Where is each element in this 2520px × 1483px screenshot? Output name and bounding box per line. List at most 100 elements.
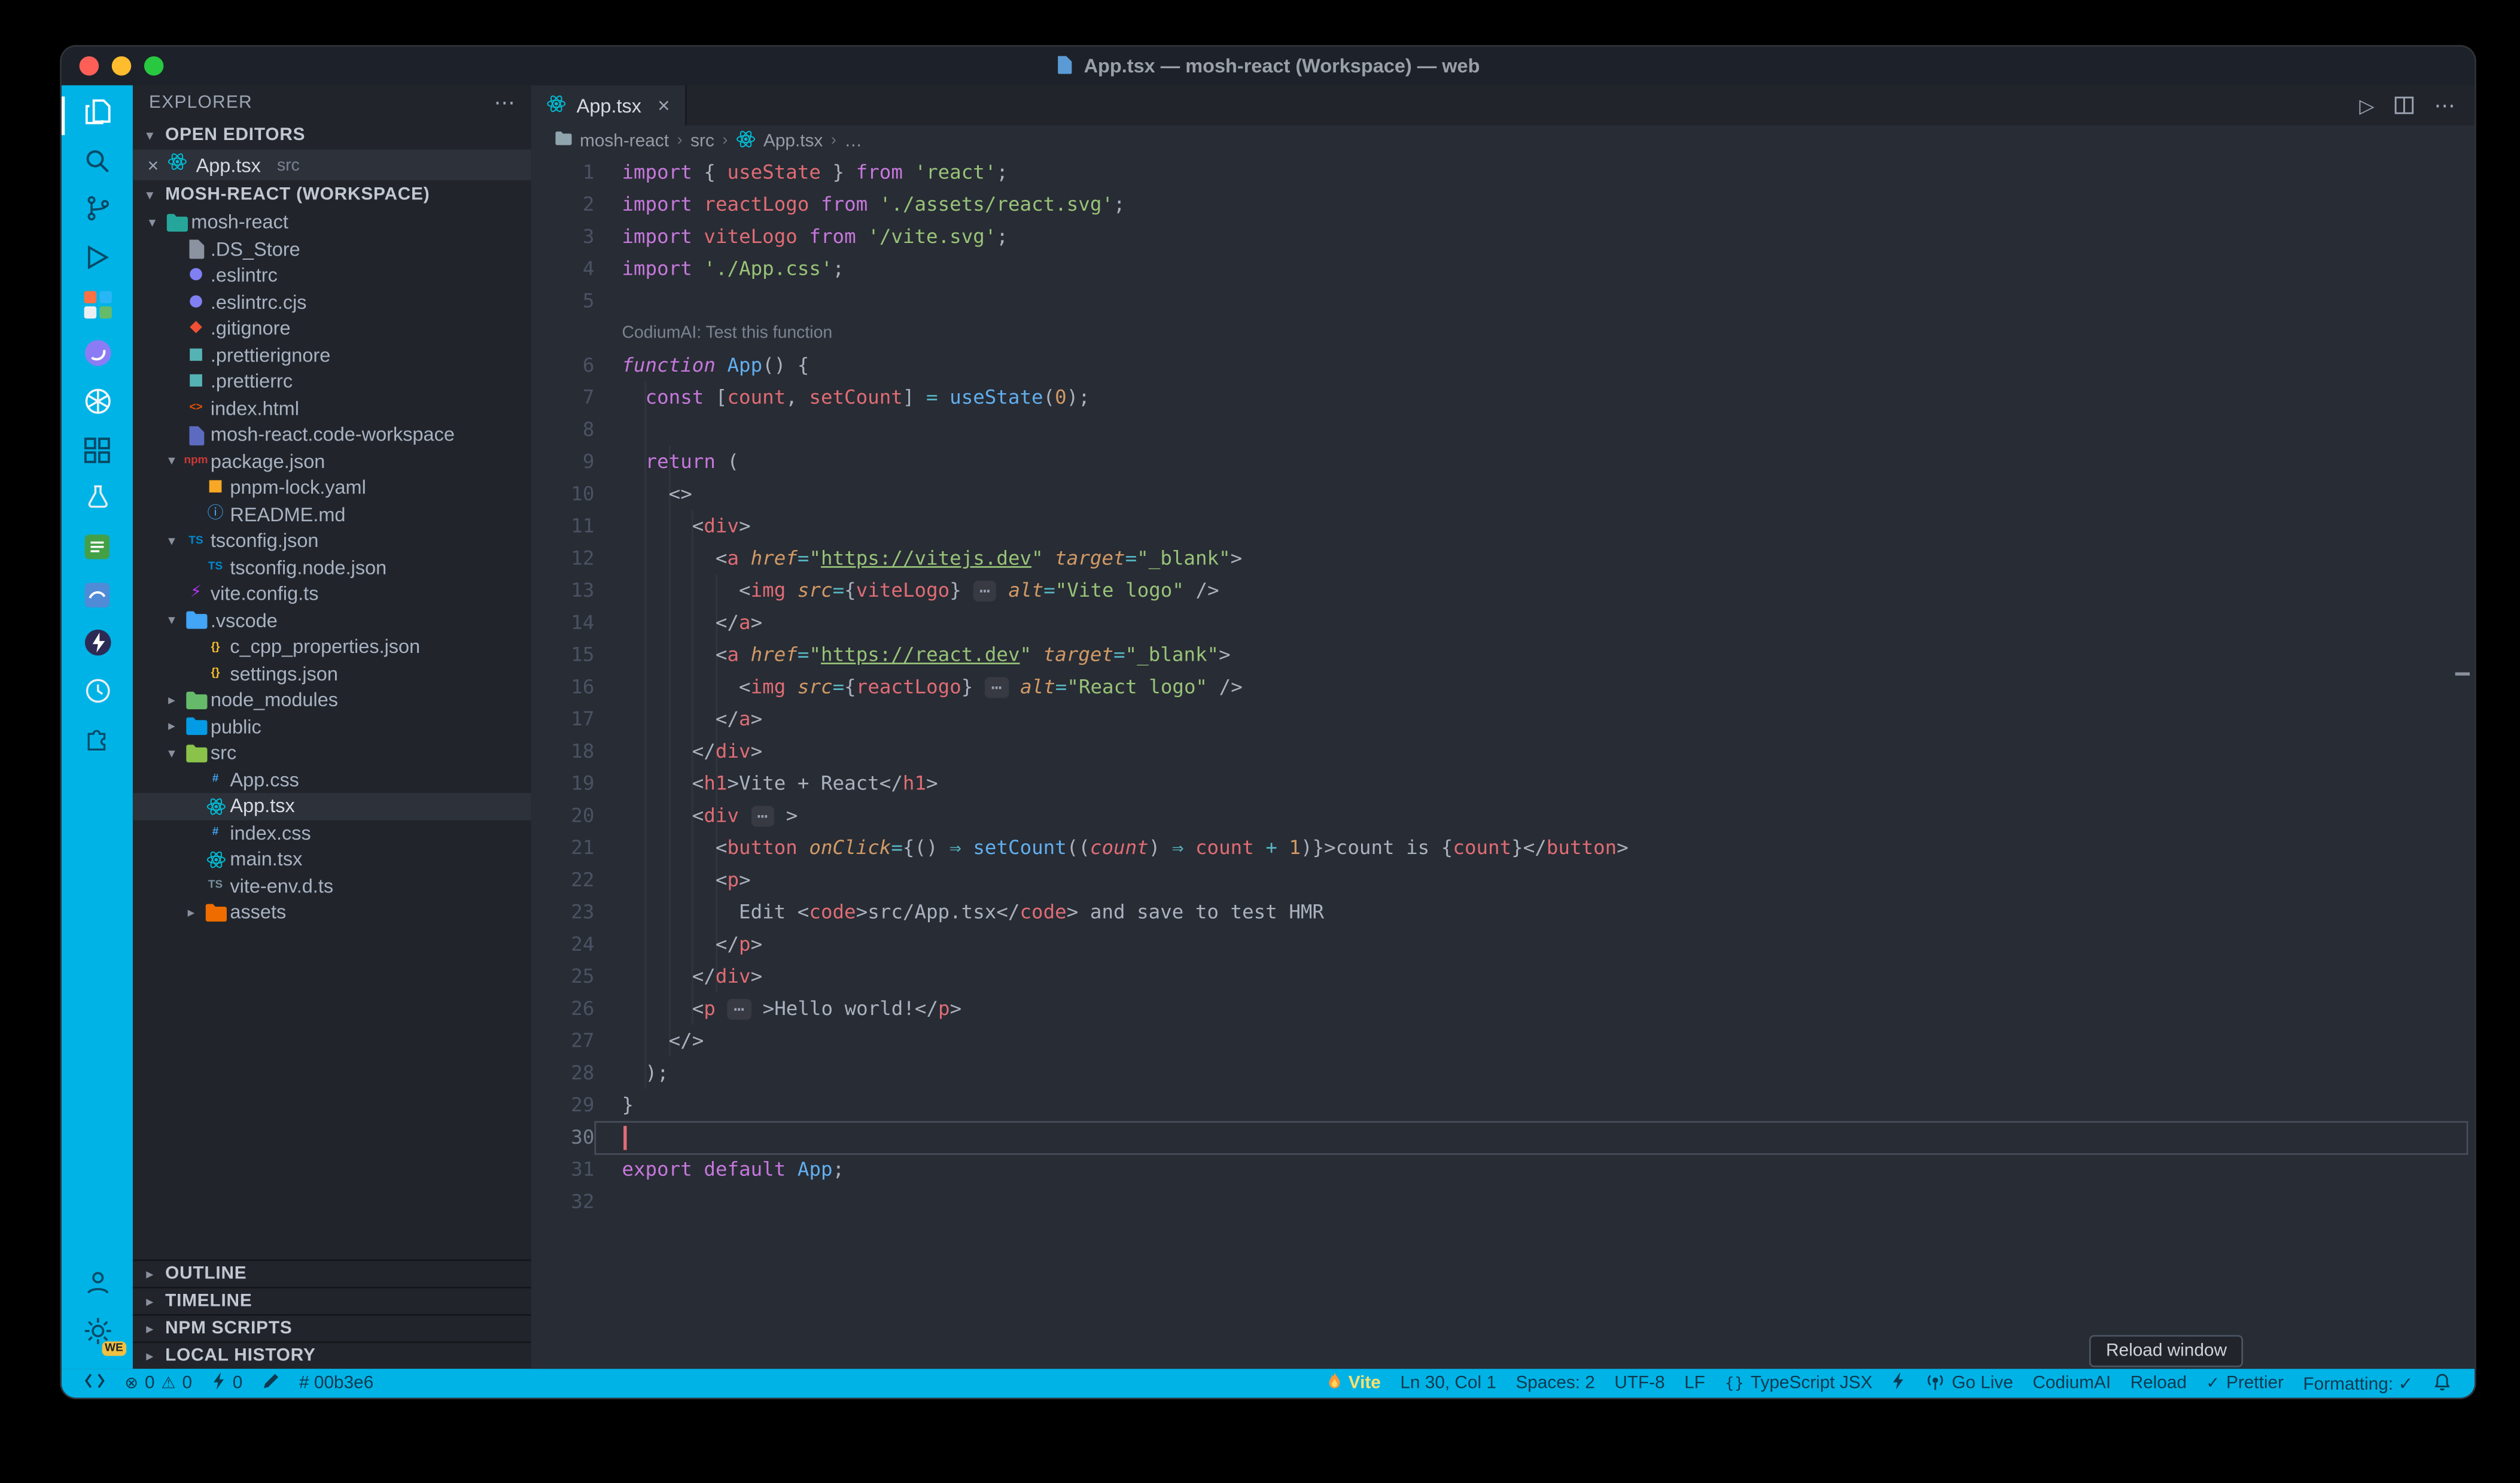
code-line-31: 31export default App; [531,1153,2475,1186]
breadcrumb-src[interactable]: src [690,131,714,150]
close-editor-icon[interactable]: × [147,155,159,174]
activity-run-and-debug[interactable] [62,236,133,285]
zoom-window-button[interactable] [144,56,163,75]
line-number: 3 [531,225,595,248]
code-line-content: </p> [594,933,2468,956]
tree-item-settings.json[interactable]: {}settings.json [133,660,531,686]
section-timeline[interactable]: ▸TIMELINE [133,1287,531,1314]
breadcrumb-Apptsx[interactable]: App.tsx [736,128,823,154]
activity-extension-browser-preview[interactable] [62,285,133,333]
folded-code-chip[interactable]: ⋯ [985,677,1009,698]
tree-item-.vscode[interactable]: ▾.vscode [133,607,531,634]
tree-item-index.html[interactable]: <>index.html [133,395,531,421]
tree-item-pnpm-lock.yaml[interactable]: ■pnpm-lock.yaml [133,475,531,501]
tree-item-.DS_Store[interactable]: .DS_Store [133,236,531,262]
activity-extension-remote-explorer[interactable] [62,430,133,478]
status-formatting[interactable]: Formatting: ✓ [2293,1369,2422,1397]
activity-source-control[interactable] [62,188,133,236]
activity-extension-green[interactable] [62,526,133,575]
activity-extension-blue[interactable] [62,574,133,622]
tree-item-package.json[interactable]: ▾npmpackage.json [133,448,531,474]
status-notifications[interactable] [2423,1369,2462,1397]
status-pencil[interactable] [252,1369,290,1397]
tree-item-App.css[interactable]: #App.css [133,767,531,793]
section-npm-scripts[interactable]: ▸NPM SCRIPTS [133,1314,531,1342]
more-actions-icon[interactable]: ⋯ [494,90,515,116]
tree-item-vite-env.d.ts[interactable]: TSvite-env.d.ts [133,873,531,899]
status-remote-indicator[interactable] [75,1369,115,1397]
code-line-26: 26 <p ⋯ >Hello world!</p> [531,992,2475,1025]
tree-item-mosh-react.code-workspace[interactable]: mosh-react.code-workspace [133,421,531,448]
activity-extension-chatgpt[interactable] [62,381,133,430]
status-encoding[interactable]: UTF-8 [1605,1369,1675,1397]
run-button[interactable]: ▷ [2359,94,2374,117]
open-editors-section[interactable]: ▾ OPEN EDITORS [133,121,531,150]
tree-item-vite.config.ts[interactable]: ⚡vite.config.ts [133,581,531,607]
file-label: src [211,742,236,765]
activity-thunder-client[interactable] [62,622,133,671]
folded-code-chip[interactable]: ⋯ [973,581,997,601]
status-reload[interactable]: Reload [2120,1369,2196,1397]
folded-code-chip[interactable]: ⋯ [751,806,775,826]
tree-item-tsconfig.node.json[interactable]: TStsconfig.node.json [133,554,531,581]
codelens-text[interactable]: CodiumAI: Test this function [594,323,2468,342]
line-number: 10 [531,482,595,505]
tree-item-main.tsx[interactable]: main.tsx [133,846,531,873]
status-language-mode[interactable]: {}TypeScript JSX [1715,1369,1882,1397]
activity-explorer[interactable] [62,92,133,140]
status-zap-item[interactable] [1882,1369,1916,1397]
file-label: public [211,715,261,738]
tab-app-tsx[interactable]: App.tsx × [531,85,686,125]
code-line-23: 23 Edit <code>src/App.tsx</code> and sav… [531,896,2475,928]
folded-code-chip[interactable]: ⋯ [728,999,751,1020]
tree-item-.eslintrc[interactable]: ●.eslintrc [133,262,531,288]
tree-item-README.md[interactable]: ⓘREADME.md [133,501,531,527]
section-outline[interactable]: ▸OUTLINE [133,1259,531,1287]
section-local-history[interactable]: ▸LOCAL HISTORY [133,1341,531,1369]
code-line-content: <> [594,482,2468,505]
status-prettier[interactable]: ✓Prettier [2196,1369,2293,1397]
status-left-group: ⊗0⚠00 # 00b3e6 [75,1369,384,1397]
tree-item-.gitignore[interactable]: ◆.gitignore [133,315,531,342]
activity-extension-live-share[interactable] [62,333,133,381]
code-editor[interactable]: 1import { useState } from 'react';2impor… [531,156,2475,1369]
status-color-code[interactable]: # 00b3e6 [290,1369,384,1397]
minimize-window-button[interactable] [112,56,131,75]
status-zap-counter[interactable]: 0 [202,1369,252,1397]
tree-item-src[interactable]: ▾src [133,740,531,766]
tree-item-.prettierignore[interactable]: ■.prettierignore [133,342,531,368]
activity-search[interactable] [62,140,133,189]
activity-accounts[interactable] [62,1263,133,1311]
tree-item-public[interactable]: ▸public [133,713,531,740]
more-actions-button[interactable]: ⋯ [2434,93,2455,118]
tree-item-.eslintrc.cjs[interactable]: ●.eslintrc.cjs [133,288,531,315]
activity-testing[interactable] [62,478,133,526]
tree-item-assets[interactable]: ▸assets [133,899,531,925]
status-codiumai[interactable]: CodiumAI [2023,1369,2120,1397]
zap-icon [1892,1372,1906,1395]
status-eol[interactable]: LF [1675,1369,1715,1397]
code-line-19: 19 <h1>Vite + React</h1> [531,767,2475,800]
workspace-section[interactable]: ▾ MOSH-REACT (WORKSPACE) [133,180,531,209]
tree-item-node_modules[interactable]: ▸node_modules [133,687,531,713]
close-tab-icon[interactable]: × [658,93,670,117]
tree-item-index.css[interactable]: #index.css [133,819,531,846]
breadcrumb-[interactable]: … [844,131,862,150]
activity-extension-puzzle[interactable] [62,719,133,767]
breadcrumb-moshreact[interactable]: mosh-react [554,130,669,151]
status-cursor-position[interactable]: Ln 30, Col 1 [1390,1369,1506,1397]
status-problems[interactable]: ⊗0⚠0 [115,1369,202,1397]
tree-item-.prettierrc[interactable]: ■.prettierrc [133,368,531,394]
tree-item-tsconfig.json[interactable]: ▾TStsconfig.json [133,528,531,554]
tree-item-App.tsx[interactable]: App.tsx [133,793,531,819]
close-window-button[interactable] [80,56,99,75]
activity-manage[interactable]: WE [62,1311,133,1359]
tree-item-mosh-react[interactable]: ▾mosh-react [133,209,531,235]
tree-item-c_cpp_properties.json[interactable]: {}c_cpp_properties.json [133,634,531,660]
status-go-live[interactable]: Go Live [1916,1369,2023,1397]
open-editor-App.tsx[interactable]: ×App.tsxsrc [133,150,531,180]
status-indentation[interactable]: Spaces: 2 [1506,1369,1605,1397]
activity-local-history[interactable] [62,671,133,719]
status-vite-server[interactable]: Vite [1316,1369,1390,1397]
split-editor-button[interactable] [2394,95,2415,116]
